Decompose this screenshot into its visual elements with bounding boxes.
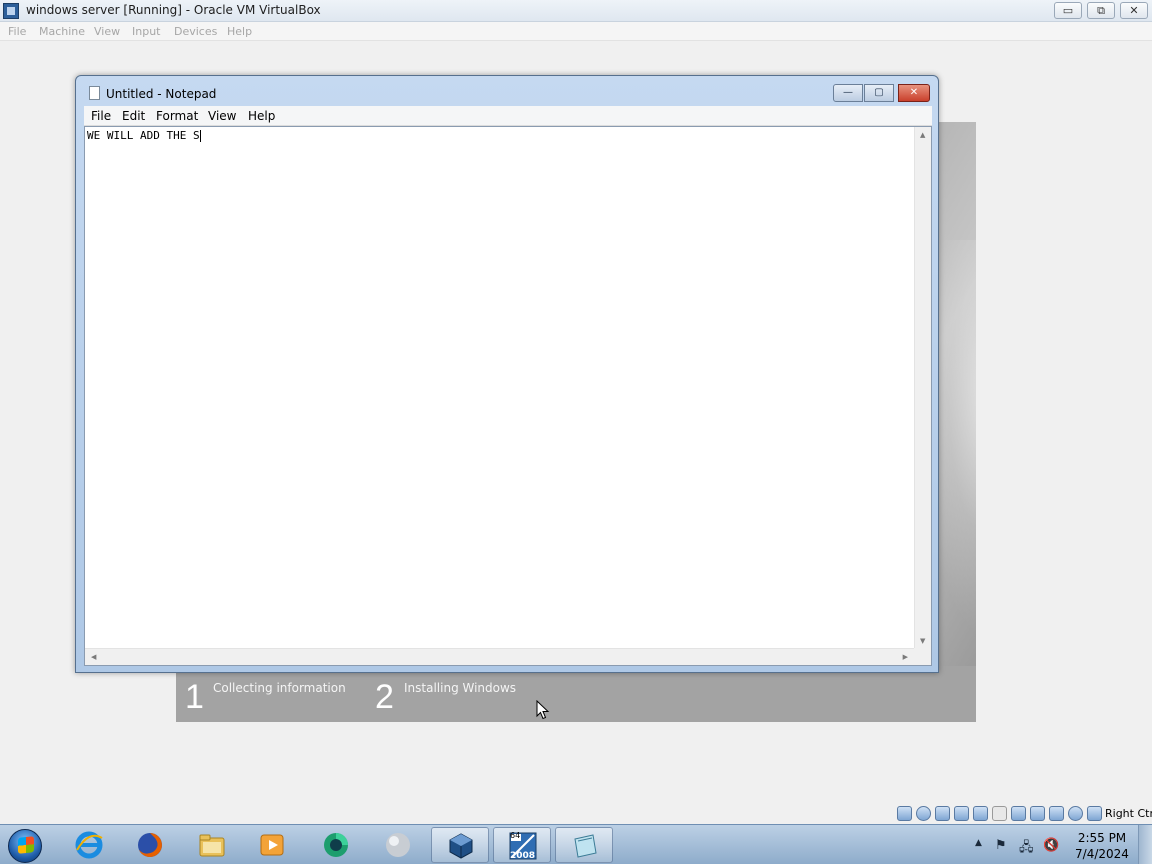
notepad-icon bbox=[89, 86, 100, 100]
notepad-taskbar-icon bbox=[574, 834, 597, 858]
mouse-cursor-icon bbox=[536, 700, 550, 720]
taskbar-gray-app[interactable] bbox=[369, 827, 427, 863]
clock-time[interactable]: 2:55 PM bbox=[1062, 831, 1142, 845]
virtualbox-minimize-button[interactable]: ▭ bbox=[1054, 2, 1082, 19]
scroll-down-arrow-icon[interactable]: ▼ bbox=[920, 637, 925, 645]
notepad-menubar: File Edit Format View Help bbox=[84, 106, 932, 126]
notepad-text-area[interactable]: WE WILL ADD THE S ▲ ▼ ◀ ▶ bbox=[84, 126, 932, 666]
taskbar-virtualbox[interactable] bbox=[431, 827, 489, 863]
network-status-icon[interactable] bbox=[954, 806, 969, 821]
vb-menu-machine[interactable]: Machine bbox=[39, 25, 85, 38]
vb-menu-devices[interactable]: Devices bbox=[174, 25, 217, 38]
notepad-minimize-button[interactable]: — bbox=[833, 84, 863, 102]
optical-drive-status-icon[interactable] bbox=[916, 806, 931, 821]
virtualbox-icon bbox=[449, 833, 473, 859]
firefox-icon bbox=[138, 833, 162, 857]
virtualbox-window-title: windows server [Running] - Oracle VM Vir… bbox=[26, 3, 321, 17]
setup-step-1-number: 1 bbox=[185, 678, 204, 716]
display-status-icon[interactable] bbox=[1011, 806, 1026, 821]
internet-explorer-icon bbox=[75, 831, 103, 859]
scroll-right-arrow-icon[interactable]: ▶ bbox=[903, 653, 908, 661]
file-explorer-icon bbox=[199, 834, 225, 857]
taskbar-file-explorer[interactable] bbox=[183, 827, 241, 863]
vb-menu-input[interactable]: Input bbox=[132, 25, 160, 38]
hard-disk-status-icon[interactable] bbox=[897, 806, 912, 821]
windows-logo-icon bbox=[18, 836, 34, 854]
usb-status-icon[interactable] bbox=[973, 806, 988, 821]
setup-step-2-label: Installing Windows bbox=[404, 681, 517, 695]
tray-show-hidden-icon[interactable]: ▲ bbox=[975, 838, 982, 848]
host-key-label: Right Ctrl bbox=[1105, 807, 1152, 820]
virtualbox-app-icon bbox=[3, 3, 19, 19]
vb-menu-file[interactable]: File bbox=[8, 25, 26, 38]
host-key-arrow-icon[interactable] bbox=[1087, 806, 1102, 821]
tray-flag-icon[interactable]: ⚑ bbox=[995, 838, 1007, 853]
taskbar-notepad[interactable] bbox=[555, 827, 613, 863]
cpu-status-icon[interactable] bbox=[1049, 806, 1064, 821]
vb-menu-help[interactable]: Help bbox=[227, 25, 252, 38]
notepad-maximize-button[interactable]: ▢ bbox=[864, 84, 894, 102]
vm-badge-bottom: 2008 bbox=[510, 851, 536, 861]
taskbar-green-app[interactable] bbox=[307, 827, 365, 863]
setup-progress-steps: 1 Collecting information 2 Installing Wi… bbox=[176, 666, 976, 722]
shared-folders-status-icon[interactable] bbox=[992, 806, 1007, 821]
recording-status-icon[interactable] bbox=[1030, 806, 1045, 821]
start-button[interactable] bbox=[8, 829, 42, 863]
virtualbox-restore-button[interactable]: ⧉ bbox=[1087, 2, 1115, 19]
notepad-text-content: WE WILL ADD THE S bbox=[87, 129, 200, 142]
np-menu-file[interactable]: File bbox=[91, 109, 111, 123]
notepad-close-button[interactable]: ✕ bbox=[898, 84, 930, 102]
notepad-text-line: WE WILL ADD THE S bbox=[87, 129, 201, 142]
virtualbox-close-button[interactable]: ✕ bbox=[1120, 2, 1148, 19]
vertical-scrollbar[interactable]: ▲ ▼ bbox=[914, 127, 931, 649]
taskbar-firefox[interactable] bbox=[121, 827, 179, 863]
tray-volume-muted-icon[interactable]: 🔇 bbox=[1043, 838, 1059, 853]
windows-taskbar: 64 2008 ▲ ⚑ 🖧 🔇 2:55 PM 7/4/2024 bbox=[0, 824, 1152, 864]
gray-sphere-app-icon bbox=[386, 833, 410, 857]
vb-menu-view[interactable]: View bbox=[94, 25, 120, 38]
notepad-title: Untitled - Notepad bbox=[106, 87, 217, 101]
taskbar-windows-server-vm[interactable]: 64 2008 bbox=[493, 827, 551, 863]
mouse-integration-status-icon[interactable] bbox=[1068, 806, 1083, 821]
show-desktop-button[interactable] bbox=[1138, 825, 1152, 864]
green-circle-app-icon bbox=[324, 833, 348, 857]
virtualbox-statusbar: Right Ctrl bbox=[0, 805, 1152, 824]
virtualbox-titlebar: windows server [Running] - Oracle VM Vir… bbox=[0, 0, 1152, 22]
resize-grip-icon[interactable] bbox=[914, 648, 931, 665]
np-menu-help[interactable]: Help bbox=[248, 109, 275, 123]
horizontal-scrollbar[interactable]: ◀ ▶ bbox=[85, 648, 914, 665]
clock-date[interactable]: 7/4/2024 bbox=[1062, 847, 1142, 861]
virtualbox-menubar: File Machine View Input Devices Help bbox=[0, 22, 1152, 41]
notepad-window[interactable]: Untitled - Notepad — ▢ ✕ File Edit Forma… bbox=[75, 75, 939, 673]
np-menu-view[interactable]: View bbox=[208, 109, 236, 123]
media-player-icon bbox=[260, 834, 284, 856]
setup-step-1-label: Collecting information bbox=[213, 681, 346, 695]
audio-status-icon[interactable] bbox=[935, 806, 950, 821]
scroll-left-arrow-icon[interactable]: ◀ bbox=[91, 653, 96, 661]
scroll-up-arrow-icon[interactable]: ▲ bbox=[920, 131, 925, 139]
taskbar-internet-explorer[interactable] bbox=[60, 827, 118, 863]
taskbar-media-player[interactable] bbox=[243, 827, 301, 863]
tray-network-icon[interactable]: 🖧 bbox=[1019, 838, 1034, 860]
np-menu-edit[interactable]: Edit bbox=[122, 109, 145, 123]
vm-badge-top: 64 bbox=[510, 831, 521, 840]
text-caret bbox=[199, 130, 201, 142]
np-menu-format[interactable]: Format bbox=[156, 109, 198, 123]
setup-step-2-number: 2 bbox=[375, 678, 394, 716]
